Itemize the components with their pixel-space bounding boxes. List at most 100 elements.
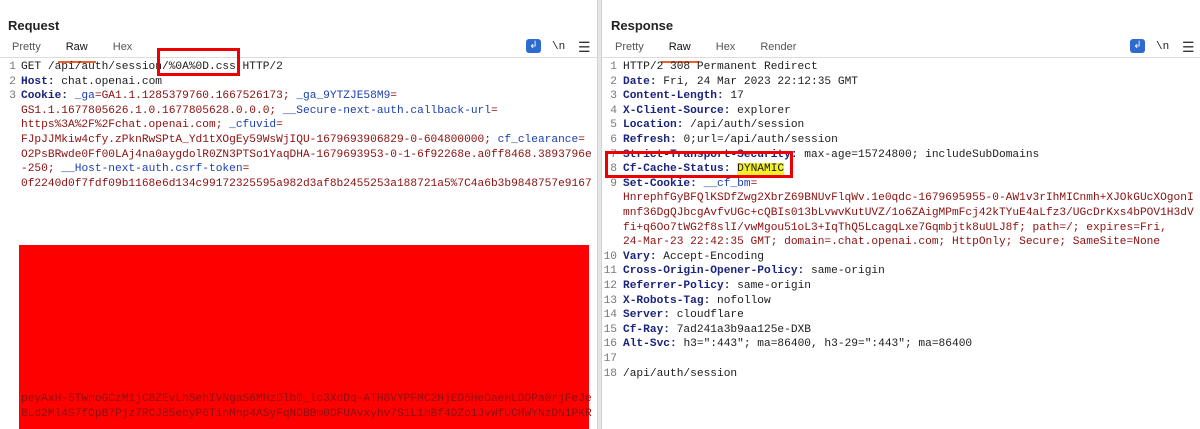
token: Cf-Ray: [623, 323, 677, 336]
line-text: fi+q6Oo7tWG2f8slI/vwMgou51oL3+IqThQ5Lcag… [623, 221, 1167, 236]
wrap-lines-icon[interactable]: ↲ [526, 39, 541, 53]
token: Server: [623, 309, 677, 322]
line-number: 9 [610, 177, 617, 190]
line-number: 1 [610, 61, 617, 73]
line-text: Vary: Accept-Encoding [623, 250, 764, 265]
line-text: O2PsBRwde0Ff00LAj4na0aygdolR0ZN3PTSo1Yaq… [21, 148, 592, 163]
response-title: Response [611, 18, 674, 33]
line-text: Content-Length: 17 [623, 89, 744, 104]
annotation-box-path [157, 48, 240, 76]
token: https%3A%2F%2Fchat.openai.com; [21, 119, 230, 132]
token: same-origin [737, 280, 811, 292]
hamburger-icon[interactable]: ☰ [1182, 39, 1195, 55]
token: Referrer-Policy: [623, 280, 738, 292]
line-number: 6 [610, 134, 617, 146]
tab-raw[interactable]: Raw [660, 40, 699, 63]
token: Content-Length: [623, 90, 731, 103]
token: _cfuvid [229, 119, 277, 132]
token: chat.openai.com [61, 75, 163, 88]
request-pane: Request Pretty Raw Hex ↲ \n ☰ 1 GET /api/au… [0, 0, 597, 429]
token: GET /api/auth/session/%0A%0D.css HTTP/2 [21, 61, 283, 73]
line-number: 10 [603, 250, 617, 263]
line-number: 18 [603, 367, 617, 380]
line-text: 8Ld2Ml4S7fOpB7Pjz7RCJB5ebyP6TinMnp4ASyFq… [21, 407, 592, 422]
line-text: Set-Cookie: __cf_bm= [623, 177, 757, 192]
token: same-origin [810, 265, 885, 278]
token: _ga [74, 90, 95, 103]
tab-hex[interactable]: Hex [113, 40, 133, 58]
line-text: -250; __Host-next-auth.csrf-token= [21, 162, 249, 177]
token: Date: [623, 75, 664, 88]
tab-hex[interactable]: Hex [716, 40, 736, 58]
token: 24-Mar-23 22:42:35 GMT; domain=.chat.ope… [623, 236, 1161, 249]
tab-raw[interactable]: Raw [57, 40, 96, 63]
token: X-Client-Source: [623, 104, 738, 117]
token: HnrephfGyBFQlKSDfZwg2XbrZ69BNUvFlqWv.1e0… [623, 192, 1194, 205]
line-text: HTTP/2 308 Permanent Redirect [623, 60, 818, 75]
line-text: Cross-Origin-Opener-Policy: same-origin [623, 264, 885, 279]
token: mnf36DgQJbcgAvfvUGc+cQBIs013bLvwvKutUVZ/… [623, 207, 1194, 219]
token: __Secure-next-auth.callback-url [282, 104, 491, 117]
newline-toggle-button[interactable]: \n [1156, 39, 1169, 55]
tab-render[interactable]: Render [760, 40, 796, 58]
request-editor[interactable]: 1 GET /api/auth/session/%0A%0D.css HTTP/2… [0, 59, 597, 429]
token: FJpJJMkiw4cfy.zPknRwSPtA_Yd1tXOgEy59WsWj… [21, 134, 498, 146]
line-text: Cookie: _ga=GA1.1.1285379760.1667526173;… [21, 89, 397, 104]
token: /api/auth/session [690, 119, 805, 132]
token: GS1.1.1677805626.1.0.1677805628.0.0.0; [21, 104, 283, 117]
line-number: 3 [9, 90, 16, 103]
line-text: FJpJJMkiw4cfy.zPknRwSPtA_Yd1tXOgEy59WsWj… [21, 133, 585, 148]
token: = [490, 104, 498, 117]
line-text: Referrer-Policy: same-origin [623, 279, 811, 294]
line-number: 11 [603, 265, 617, 278]
line-text: 24-Mar-23 22:42:35 GMT; domain=.chat.ope… [623, 235, 1160, 250]
line-text: https%3A%2F%2Fchat.openai.com; _cfuvid= [21, 118, 283, 133]
token: cf_clearance [497, 134, 579, 146]
token: 0f2240d0f7fdf09b1168e6d134c99172325595a9… [21, 177, 592, 190]
token: Refresh: [623, 134, 684, 146]
line-number: 13 [603, 294, 617, 307]
response-editor[interactable]: 1 HTTP/2 308 Permanent Redirect 2 Date: Fri… [602, 59, 1200, 429]
line-text: X-Robots-Tag: nofollow [623, 294, 771, 309]
newline-toggle-button[interactable]: \n [552, 39, 565, 55]
tab-pretty[interactable]: Pretty [615, 40, 644, 58]
token: Vary: [623, 250, 664, 263]
hamburger-icon[interactable]: ☰ [578, 39, 591, 55]
token: explorer [737, 104, 791, 117]
line-number: 15 [603, 323, 617, 336]
token: O2PsBRwde0Ff00LAj4na0aygdolR0ZN3PTSo1Yaq… [21, 148, 592, 161]
token: Fri, 24 Mar 2023 22:12:35 GMT [663, 75, 858, 88]
line-number: 16 [603, 338, 617, 351]
token: -250; [21, 163, 62, 176]
line-text: Server: cloudflare [623, 308, 744, 323]
token: 7ad241a3b9aa125e-DXB [676, 323, 811, 336]
line-text: Refresh: 0;url=/api/auth/session [623, 133, 838, 148]
line-text: Date: Fri, 24 Mar 2023 22:12:35 GMT [623, 75, 858, 90]
token: Host: [21, 75, 62, 88]
request-title: Request [8, 18, 60, 33]
line-text: Host: chat.openai.com [21, 75, 162, 90]
token: = [390, 90, 398, 103]
token: Cross-Origin-Opener-Policy: [623, 265, 811, 278]
token: max-age=15724800; includeSubDomains [804, 148, 1040, 161]
line-text: X-Client-Source: explorer [623, 104, 791, 119]
token: h3=":443"; ma=86400, h3-29=":443"; ma=86… [683, 338, 973, 351]
annotation-box-cache-status [605, 151, 793, 178]
token: =GA1.1.1285379760.1667526173; [94, 90, 297, 103]
tab-pretty[interactable]: Pretty [12, 40, 41, 58]
line-number: 2 [610, 75, 617, 88]
line-text: GET /api/auth/session/%0A%0D.css HTTP/2 [21, 60, 283, 75]
line-number: 3 [610, 90, 617, 103]
token: Cookie: [21, 90, 75, 103]
tab-divider [602, 57, 1200, 58]
token: nofollow [717, 294, 771, 307]
token: = [276, 119, 283, 132]
line-number: 5 [610, 119, 617, 132]
line-number: 12 [603, 280, 617, 292]
token: HTTP/2 308 Permanent Redirect [623, 61, 818, 73]
token: X-Robots-Tag: [623, 294, 717, 307]
wrap-lines-icon[interactable]: ↲ [1130, 39, 1145, 53]
line-text: mnf36DgQJbcgAvfvUGc+cQBIs013bLvwvKutUVZ/… [623, 206, 1194, 221]
line-text: /api/auth/session [623, 367, 737, 382]
response-pane: Response Pretty Raw Hex Render ↲ \n ☰ 1 HTTP… [602, 0, 1200, 429]
